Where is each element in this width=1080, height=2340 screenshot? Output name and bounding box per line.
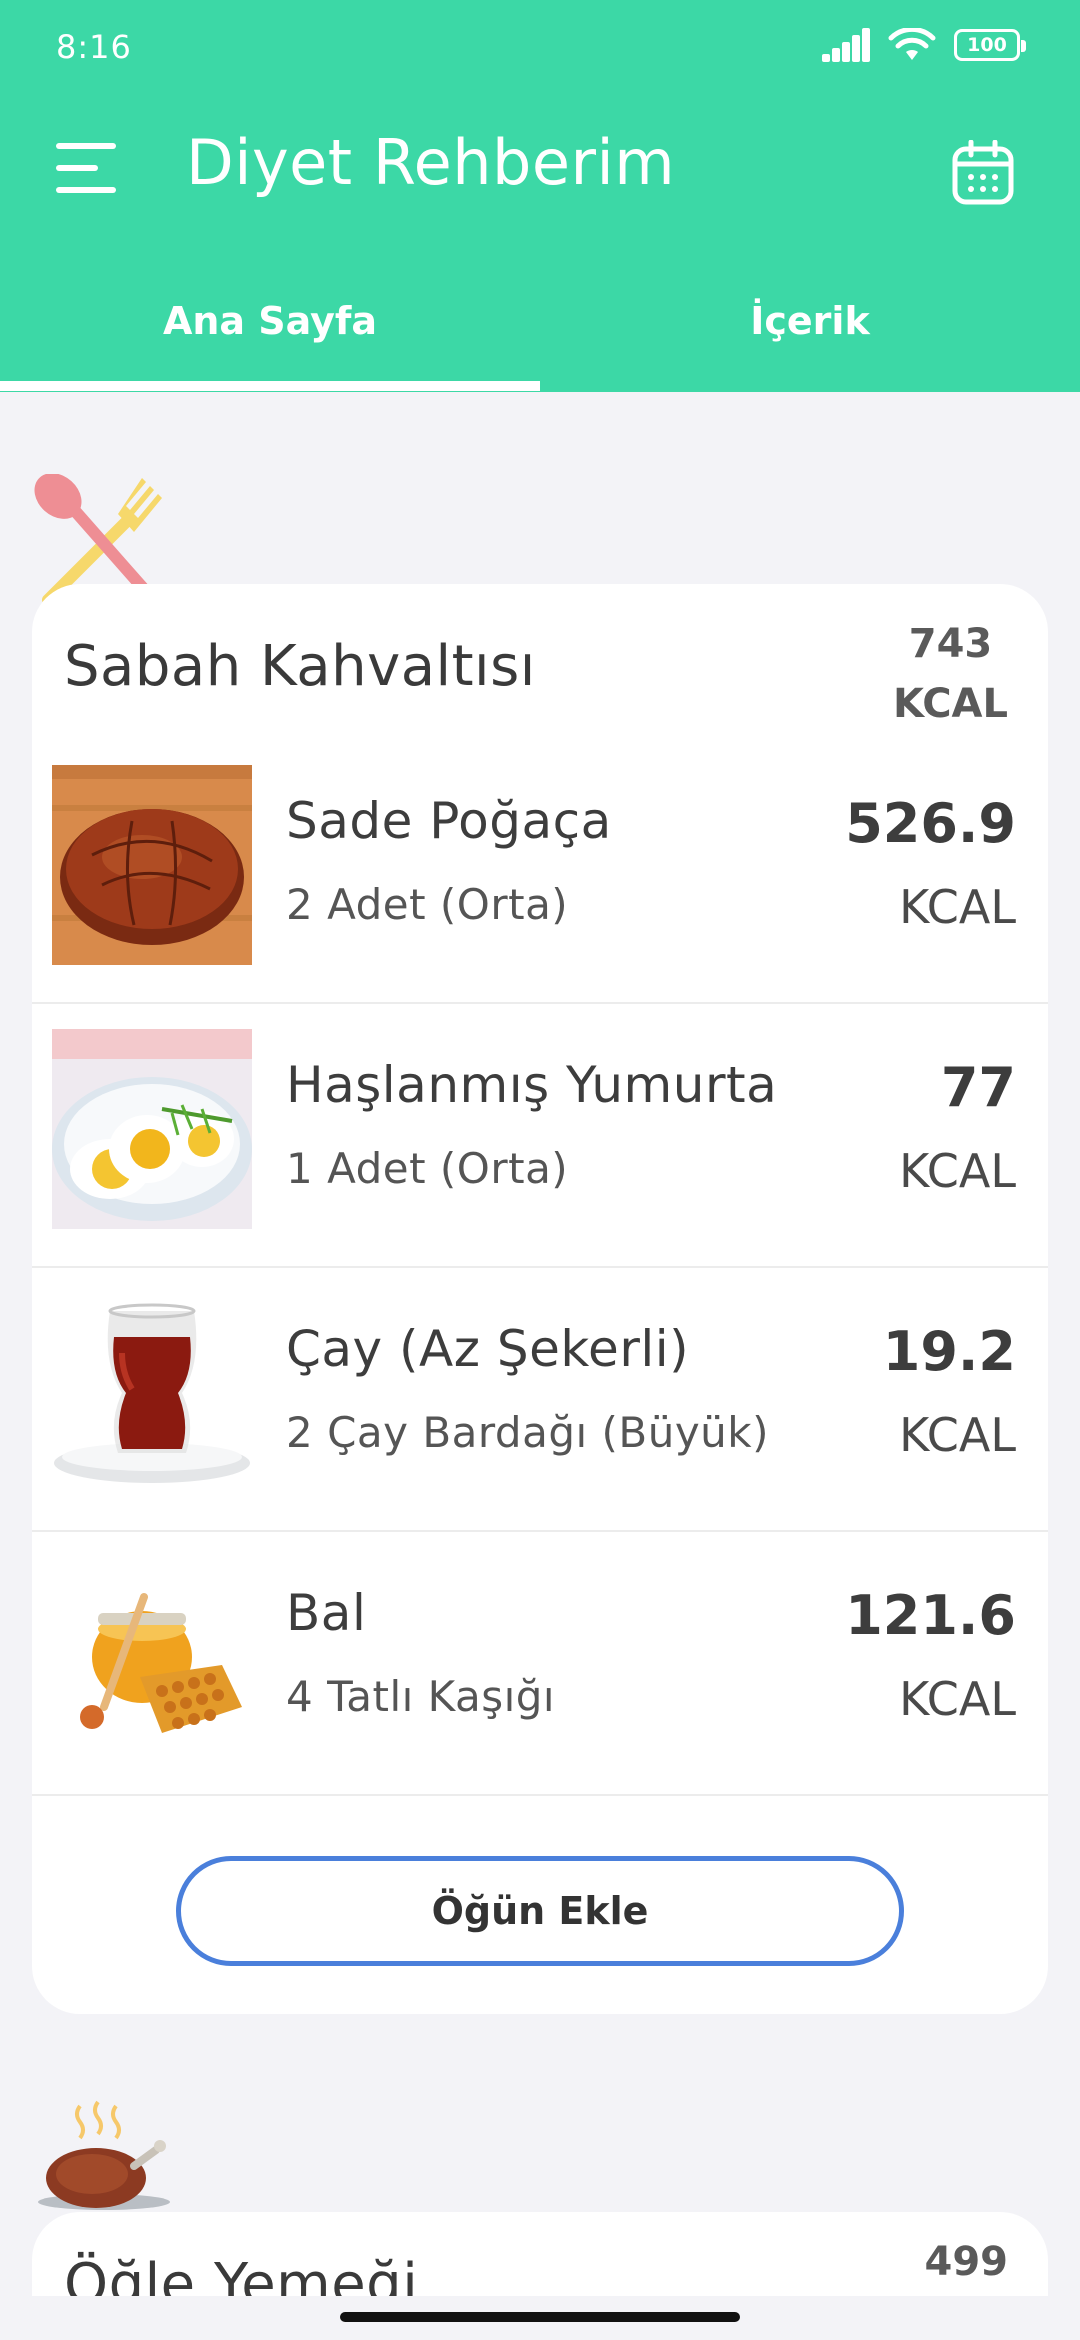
meal-card-breakfast: Sabah Kahvaltısı 743 KCAL Sade Poğaça 2 …: [32, 584, 1048, 2014]
food-kcal-unit: KCAL: [899, 880, 1016, 934]
meal-title: Sabah Kahvaltısı: [64, 634, 536, 699]
food-name: Bal: [286, 1584, 367, 1642]
calendar-icon[interactable]: [952, 140, 1014, 206]
food-kcal-unit: KCAL: [899, 1672, 1016, 1726]
meal-total-kcal: 743 KCAL: [893, 614, 1008, 734]
app-title: Diyet Rehberim: [186, 126, 676, 199]
food-name: Çay (Az Şekerli): [286, 1320, 690, 1378]
food-item[interactable]: Haşlanmış Yumurta 1 Adet (Orta) 77 KCAL: [32, 1004, 1048, 1268]
food-name: Sade Poğaça: [286, 792, 612, 850]
tab-ana-sayfa[interactable]: Ana Sayfa: [0, 285, 540, 392]
food-kcal-unit: KCAL: [899, 1408, 1016, 1462]
food-kcal-unit: KCAL: [899, 1144, 1016, 1198]
screen: 8:16 100 Diyet Rehberim Ana Sayfa İçerik…: [0, 0, 1080, 2340]
food-image: [52, 765, 252, 965]
food-portion: 4 Tatlı Kaşığı: [286, 1672, 556, 1721]
food-image: [52, 1557, 252, 1757]
signal-icon: [822, 28, 870, 62]
food-portion: 1 Adet (Orta): [286, 1144, 569, 1193]
meal-total-unit: KCAL: [893, 681, 1008, 727]
food-image: [52, 1293, 252, 1493]
battery-level: 100: [967, 34, 1007, 56]
food-kcal: 121.6: [845, 1584, 1016, 1647]
food-image: [52, 1029, 252, 1229]
wifi-icon: [888, 28, 936, 60]
status-icons: 100: [822, 28, 1026, 62]
food-kcal: 19.2: [882, 1320, 1016, 1383]
active-tab-indicator: [0, 381, 540, 391]
food-portion: 2 Çay Bardağı (Büyük): [286, 1408, 769, 1457]
food-item[interactable]: Sade Poğaça 2 Adet (Orta) 526.9 KCAL: [32, 740, 1048, 1004]
add-meal-button[interactable]: Öğün Ekle: [176, 1856, 904, 1966]
battery-icon: 100: [954, 29, 1026, 61]
menu-icon[interactable]: [56, 143, 120, 195]
app-bar: 8:16 100 Diyet Rehberim Ana Sayfa İçerik: [0, 0, 1080, 392]
meal-total-value: 743: [908, 621, 993, 667]
food-item[interactable]: Çay (Az Şekerli) 2 Çay Bardağı (Büyük) 1…: [32, 1268, 1048, 1532]
food-item[interactable]: Bal 4 Tatlı Kaşığı 121.6 KCAL: [32, 1532, 1048, 1796]
home-indicator[interactable]: [340, 2312, 740, 2322]
meal-total-kcal: 499: [925, 2232, 1009, 2292]
meal-total-value: 499: [924, 2239, 1009, 2285]
food-kcal: 77: [940, 1056, 1016, 1119]
food-name: Haşlanmış Yumurta: [286, 1056, 778, 1114]
food-portion: 2 Adet (Orta): [286, 880, 569, 929]
tab-icerik[interactable]: İçerik: [540, 285, 1080, 392]
status-time: 8:16: [56, 28, 132, 66]
food-kcal: 526.9: [845, 792, 1016, 855]
tab-bar: Ana Sayfa İçerik: [0, 285, 1080, 392]
roast-chicken-icon: [38, 2100, 170, 2210]
